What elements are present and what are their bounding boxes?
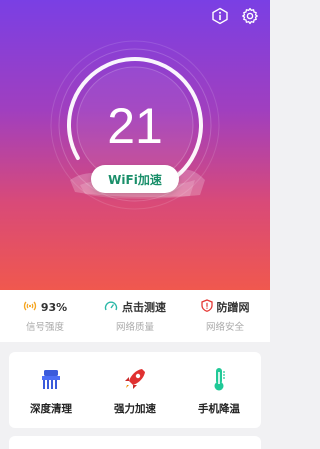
cool-down-label: 手机降温 xyxy=(198,402,240,415)
speed-test-value: 点击测速 xyxy=(122,301,166,314)
anti-leech-value: 防蹭网 xyxy=(216,301,250,314)
signal-value: 93% xyxy=(40,300,68,314)
bottom-card-partial xyxy=(9,436,261,449)
settings-gear-icon[interactable] xyxy=(240,6,260,26)
rocket-icon xyxy=(121,365,149,393)
stat-anti-leech[interactable]: 防蹭网 网络安全 xyxy=(180,290,270,342)
tools-card: 深度清理 强力加速 手机降温 xyxy=(9,352,261,428)
power-boost-label: 强力加速 xyxy=(114,402,156,415)
wifi-signal-icon xyxy=(23,300,37,315)
wifi-boost-button[interactable]: WiFi加速 xyxy=(91,165,179,193)
anti-leech-label: 网络安全 xyxy=(205,322,244,333)
shield-icon xyxy=(200,299,213,315)
tool-power-boost[interactable]: 强力加速 xyxy=(93,352,177,428)
broom-icon xyxy=(37,365,65,393)
network-stats-bar: 93% 信号强度 点击测速 网络质量 防蹭网 网络安全 xyxy=(0,290,270,342)
speed-test-label: 网络质量 xyxy=(115,322,154,333)
speed-score: 21 xyxy=(107,98,163,154)
stat-speed-test[interactable]: 点击测速 网络质量 xyxy=(90,290,180,342)
hero-panel: 21 WiFi加速 xyxy=(0,0,270,290)
stat-signal-strength[interactable]: 93% 信号强度 xyxy=(0,290,90,342)
tool-deep-clean[interactable]: 深度清理 xyxy=(9,352,93,428)
thermometer-icon xyxy=(205,365,233,393)
top-icon-bar xyxy=(210,6,260,26)
speedometer-icon xyxy=(104,300,118,315)
info-icon[interactable] xyxy=(210,6,230,26)
signal-label: 信号强度 xyxy=(25,321,64,333)
deep-clean-label: 深度清理 xyxy=(30,402,72,415)
tool-cool-down[interactable]: 手机降温 xyxy=(177,352,261,428)
